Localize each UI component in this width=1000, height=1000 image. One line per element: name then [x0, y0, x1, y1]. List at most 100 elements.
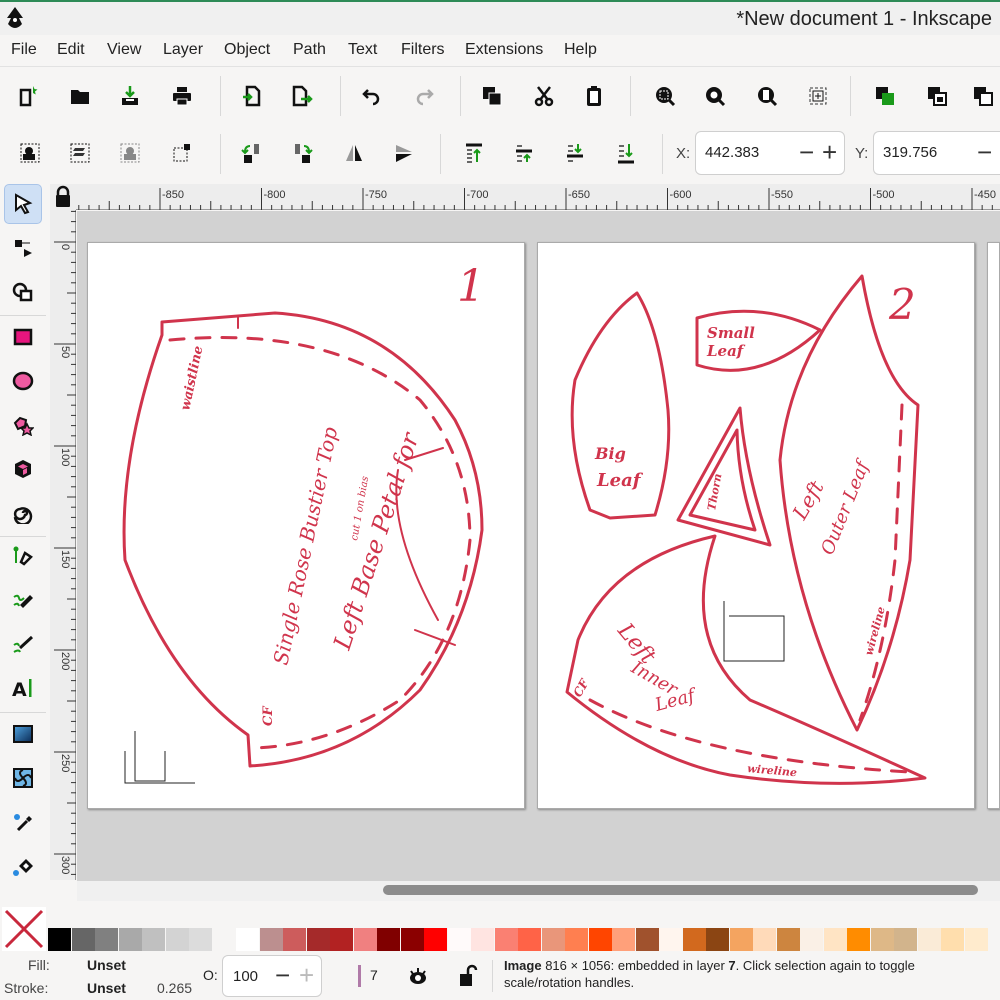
- color-swatch[interactable]: [659, 928, 682, 951]
- unlock-object-icon[interactable]: [970, 83, 996, 109]
- shape-builder-tool-icon[interactable]: [4, 272, 42, 312]
- raise-to-top-icon[interactable]: [461, 140, 487, 166]
- undo-icon[interactable]: [359, 83, 385, 109]
- guide-lock-button[interactable]: [50, 184, 76, 210]
- redo-icon[interactable]: [411, 83, 437, 109]
- horizontal-ruler[interactable]: -850 -800 -750 -700 -650 -600 -550 -500 -450: [76, 184, 1000, 210]
- text-tool-icon[interactable]: A: [4, 668, 42, 708]
- layer-visibility-icon[interactable]: [407, 965, 429, 987]
- color-swatch[interactable]: [118, 928, 142, 951]
- horizontal-scrollbar[interactable]: [77, 881, 1000, 901]
- canvas[interactable]: 1 Left Base Petal for Single Rose Bustie…: [77, 211, 1000, 881]
- vertical-ruler[interactable]: 0 50 100 150 200 250 300: [50, 210, 76, 880]
- invert-selection-icon[interactable]: [117, 140, 143, 166]
- color-swatch[interactable]: [753, 928, 776, 951]
- spiral-tool-icon[interactable]: [4, 493, 42, 533]
- pen-tool-icon[interactable]: [4, 536, 42, 576]
- x-coordinate-field[interactable]: 442.383 − +: [695, 131, 845, 175]
- menu-text[interactable]: Text: [348, 41, 377, 59]
- import-icon[interactable]: [117, 83, 143, 109]
- color-swatch[interactable]: [565, 928, 588, 951]
- color-swatch[interactable]: [142, 928, 165, 951]
- new-document-icon[interactable]: [15, 83, 41, 109]
- zoom-selection-icon[interactable]: [652, 83, 678, 109]
- zoom-center-page-icon[interactable]: [805, 83, 831, 109]
- rotate-cw-icon[interactable]: [289, 140, 315, 166]
- layer-unlock-icon[interactable]: [458, 964, 478, 988]
- rotate-ccw-icon[interactable]: [239, 140, 265, 166]
- x-decrement-button[interactable]: −: [799, 137, 814, 167]
- color-swatch[interactable]: [424, 928, 447, 951]
- node-tool-icon[interactable]: [4, 228, 42, 268]
- flip-horizontal-icon[interactable]: [341, 140, 367, 166]
- color-swatch[interactable]: [189, 928, 212, 951]
- menu-extensions[interactable]: Extensions: [465, 41, 543, 59]
- color-swatch[interactable]: [894, 928, 917, 951]
- current-layer[interactable]: 7: [370, 967, 378, 983]
- stroke-value[interactable]: Unset: [87, 980, 126, 996]
- color-swatch[interactable]: [377, 928, 400, 951]
- y-decrement-button[interactable]: −: [977, 137, 992, 167]
- menu-filters[interactable]: Filters: [401, 41, 445, 59]
- color-swatch[interactable]: [330, 928, 353, 951]
- color-swatch[interactable]: [165, 928, 189, 951]
- color-swatch[interactable]: [870, 928, 894, 951]
- color-swatch[interactable]: [95, 928, 118, 951]
- menu-view[interactable]: View: [107, 41, 141, 59]
- mesh-tool-icon[interactable]: [4, 758, 42, 798]
- zoom-page-icon[interactable]: [754, 83, 780, 109]
- rectangle-tool-icon[interactable]: [4, 317, 42, 357]
- color-swatch[interactable]: [471, 928, 494, 951]
- zoom-drawing-icon[interactable]: [702, 83, 728, 109]
- x-increment-button[interactable]: +: [822, 137, 837, 167]
- color-swatch[interactable]: [800, 928, 823, 951]
- lock-icon[interactable]: [50, 184, 76, 210]
- open-icon[interactable]: [67, 83, 93, 109]
- color-swatch[interactable]: [306, 928, 330, 951]
- color-swatch[interactable]: [612, 928, 635, 951]
- color-swatch[interactable]: [941, 928, 964, 951]
- calligraphy-tool-icon[interactable]: [4, 624, 42, 664]
- color-swatch[interactable]: [635, 928, 659, 951]
- color-swatch[interactable]: [729, 928, 753, 951]
- duplicate-icon[interactable]: [479, 83, 505, 109]
- color-swatch[interactable]: [400, 928, 424, 951]
- color-swatch[interactable]: [588, 928, 612, 951]
- color-swatch[interactable]: [823, 928, 847, 951]
- cut-icon[interactable]: [531, 83, 557, 109]
- opacity-value[interactable]: 100: [233, 968, 258, 985]
- color-swatch[interactable]: [283, 928, 306, 951]
- color-swatch[interactable]: [259, 928, 283, 951]
- pencil-tool-icon[interactable]: [4, 580, 42, 620]
- opacity-decrement-button[interactable]: −: [275, 960, 290, 990]
- menu-help[interactable]: Help: [564, 41, 597, 59]
- selector-tool-icon[interactable]: [4, 184, 42, 224]
- 3d-box-tool-icon[interactable]: [4, 449, 42, 489]
- ellipse-tool-icon[interactable]: [4, 361, 42, 401]
- raise-icon[interactable]: [511, 140, 537, 166]
- x-value[interactable]: 442.383: [705, 144, 759, 161]
- import-document-icon[interactable]: [239, 83, 265, 109]
- menu-layer[interactable]: Layer: [163, 41, 203, 59]
- color-swatch[interactable]: [541, 928, 565, 951]
- paint-bucket-tool-icon[interactable]: [4, 846, 42, 886]
- select-all-layers-icon[interactable]: [67, 140, 93, 166]
- color-swatch[interactable]: [353, 928, 377, 951]
- lower-to-bottom-icon[interactable]: [613, 140, 639, 166]
- menu-object[interactable]: Object: [224, 41, 270, 59]
- y-coordinate-field[interactable]: 319.756 −: [873, 131, 1000, 175]
- color-swatch[interactable]: [48, 928, 71, 951]
- menu-path[interactable]: Path: [293, 41, 326, 59]
- color-swatch[interactable]: [494, 928, 518, 951]
- opacity-increment-button[interactable]: +: [299, 960, 314, 990]
- flip-vertical-icon[interactable]: [391, 140, 417, 166]
- no-paint-swatch-icon[interactable]: [2, 907, 46, 951]
- gradient-tool-icon[interactable]: [4, 714, 42, 754]
- menu-edit[interactable]: Edit: [57, 41, 85, 59]
- stroke-width[interactable]: 0.265: [157, 980, 192, 996]
- export-icon[interactable]: [289, 83, 315, 109]
- star-tool-icon[interactable]: [4, 405, 42, 445]
- fill-value[interactable]: Unset: [87, 957, 126, 973]
- paste-icon[interactable]: [581, 83, 607, 109]
- scrollbar-thumb[interactable]: [383, 885, 978, 895]
